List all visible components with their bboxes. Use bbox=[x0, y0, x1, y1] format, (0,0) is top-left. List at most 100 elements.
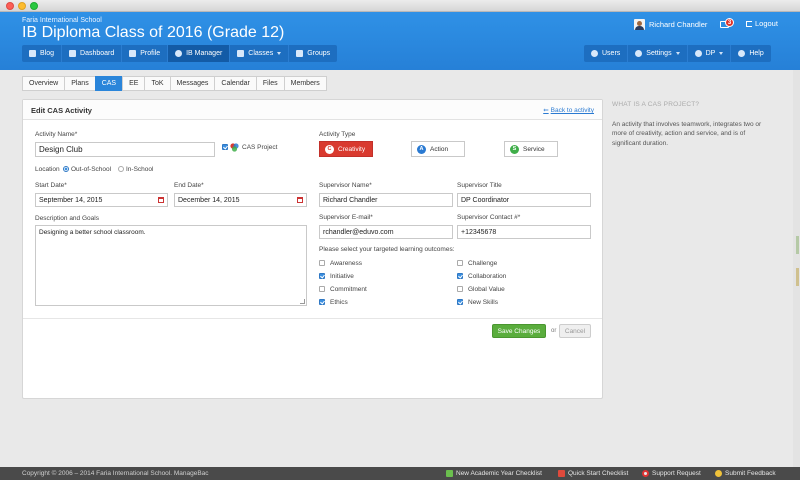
edit-cas-card: Edit CAS Activity ⇐ Back to activity Acti… bbox=[22, 99, 603, 399]
start-date-input[interactable]: September 14, 2015 bbox=[35, 193, 168, 207]
type-service-label: Service bbox=[523, 145, 545, 153]
copyright-text: Copyright © 2006 – 2014 Faria Internatio… bbox=[22, 470, 209, 477]
nav-groups[interactable]: Groups bbox=[289, 45, 337, 62]
window-close-button[interactable] bbox=[6, 2, 14, 10]
back-to-activity-link[interactable]: ⇐ Back to activity bbox=[543, 106, 594, 114]
activity-name-input[interactable]: Design Club bbox=[35, 142, 215, 157]
window-minimize-button[interactable] bbox=[18, 2, 26, 10]
type-creativity-label: Creativity bbox=[338, 145, 366, 153]
tab-overview[interactable]: Overview bbox=[22, 76, 66, 91]
page-title: Edit CAS Activity bbox=[31, 106, 92, 115]
class-title[interactable]: IB Diploma Class of 2016 (Grade 12) bbox=[22, 24, 284, 42]
new-year-checklist-link[interactable]: New Academic Year Checklist bbox=[446, 470, 542, 477]
end-date-input[interactable]: December 14, 2015 bbox=[174, 193, 307, 207]
chevron-down-icon bbox=[675, 52, 680, 55]
tab-plans[interactable]: Plans bbox=[64, 76, 96, 91]
nav-blog[interactable]: Blog bbox=[22, 45, 63, 62]
outcome-new-skills-label: New Skills bbox=[468, 299, 498, 306]
submit-feedback-link[interactable]: Submit Feedback bbox=[715, 470, 776, 477]
window-zoom-button[interactable] bbox=[30, 2, 38, 10]
nav-help[interactable]: Help bbox=[731, 45, 770, 62]
window-titlebar bbox=[0, 0, 800, 12]
messages-button[interactable]: 3 bbox=[720, 18, 734, 30]
logout-link[interactable]: Logout bbox=[746, 19, 778, 28]
outcome-ethics-label: Ethics bbox=[330, 299, 348, 306]
cancel-button[interactable]: Cancel bbox=[559, 324, 591, 338]
or-label: or bbox=[551, 328, 557, 334]
app-footer: Copyright © 2006 – 2014 Faria Internatio… bbox=[0, 467, 800, 480]
location-out-radio[interactable] bbox=[63, 166, 69, 172]
nav-blog-label: Blog bbox=[40, 50, 55, 57]
gear-icon bbox=[635, 50, 643, 57]
type-creativity-button[interactable]: C Creativity bbox=[319, 141, 373, 157]
location-in-label: In-School bbox=[126, 166, 154, 173]
scroll-marker bbox=[796, 236, 799, 254]
star-icon bbox=[715, 470, 722, 477]
nav-profile-label: Profile bbox=[140, 50, 161, 57]
supervisor-contact-input[interactable]: +12345678 bbox=[457, 225, 591, 239]
nav-dashboard[interactable]: Dashboard bbox=[62, 45, 123, 62]
tab-members[interactable]: Members bbox=[283, 76, 327, 91]
outcome-global-value-checkbox[interactable] bbox=[457, 286, 463, 292]
cas-project-help-title: WHAT IS A CAS PROJECT? bbox=[612, 101, 700, 108]
search-icon bbox=[694, 50, 702, 57]
chevron-down-icon bbox=[277, 52, 282, 55]
save-changes-button[interactable]: Save Changes bbox=[492, 324, 546, 338]
outcome-initiative-label: Initiative bbox=[330, 273, 354, 280]
school-name: Faria International School bbox=[22, 17, 102, 24]
back-link-label: Back to activity bbox=[550, 107, 594, 114]
outcomes-prompt: Please select your targeted learning out… bbox=[319, 246, 455, 253]
blog-icon bbox=[29, 50, 36, 57]
tab-cas[interactable]: CAS bbox=[94, 76, 124, 91]
lifebuoy-icon bbox=[738, 50, 746, 57]
location-in-radio[interactable] bbox=[118, 166, 124, 172]
lifebuoy-icon bbox=[642, 470, 649, 477]
activity-name-label: Activity Name* bbox=[35, 131, 78, 138]
start-date-label: Start Date* bbox=[35, 182, 67, 189]
tab-calendar[interactable]: Calendar bbox=[214, 76, 257, 91]
cas-project-icon bbox=[230, 143, 239, 152]
outcome-initiative-checkbox[interactable] bbox=[319, 273, 325, 279]
tab-ee[interactable]: EE bbox=[122, 76, 146, 91]
tab-files[interactable]: Files bbox=[255, 76, 285, 91]
description-textarea[interactable]: Designing a better school classroom. bbox=[35, 225, 307, 306]
user-menu[interactable]: Richard Chandler bbox=[634, 17, 707, 31]
supervisor-contact-label: Supervisor Contact #* bbox=[457, 214, 521, 221]
supervisor-title-input[interactable]: DP Coordinator bbox=[457, 193, 591, 207]
outcome-commitment-checkbox[interactable] bbox=[319, 286, 325, 292]
supervisor-name-input[interactable]: Richard Chandler bbox=[319, 193, 453, 207]
description-value: Designing a better school classroom. bbox=[39, 229, 146, 236]
outcome-collaboration-checkbox[interactable] bbox=[457, 273, 463, 279]
supervisor-email-input[interactable]: rchandler@eduvo.com bbox=[319, 225, 453, 239]
nav-users[interactable]: Users bbox=[584, 45, 629, 62]
tab-tok[interactable]: ToK bbox=[144, 76, 171, 91]
nav-ib-manager[interactable]: IB Manager bbox=[168, 45, 231, 62]
description-label: Description and Goals bbox=[35, 215, 99, 222]
outcome-challenge-checkbox[interactable] bbox=[457, 260, 463, 266]
nav-dp[interactable]: DP bbox=[688, 45, 732, 62]
outcome-ethics-checkbox[interactable] bbox=[319, 299, 325, 305]
nav-settings[interactable]: Settings bbox=[628, 45, 688, 62]
type-action-button[interactable]: A Action bbox=[411, 141, 465, 157]
nav-help-label: Help bbox=[749, 50, 764, 57]
arrow-left-icon: ⇐ bbox=[543, 107, 549, 114]
quick-start-link[interactable]: Quick Start Checklist bbox=[558, 470, 628, 477]
list-icon bbox=[237, 50, 245, 57]
resize-handle-icon[interactable] bbox=[300, 299, 305, 304]
outcome-awareness-checkbox[interactable] bbox=[319, 260, 325, 266]
logout-label: Logout bbox=[755, 19, 778, 28]
nav-dashboard-label: Dashboard bbox=[80, 50, 115, 57]
tab-messages[interactable]: Messages bbox=[169, 76, 216, 91]
outcome-new-skills-checkbox[interactable] bbox=[457, 299, 463, 305]
type-service-button[interactable]: S Service bbox=[504, 141, 558, 157]
nav-groups-label: Groups bbox=[307, 50, 331, 57]
ib-tabs: Overview Plans CAS EE ToK Messages Calen… bbox=[22, 76, 327, 91]
nav-profile[interactable]: Profile bbox=[122, 45, 169, 62]
cas-project-checkbox[interactable] bbox=[222, 144, 228, 150]
main-nav: Blog Dashboard Profile IB Manager Classe… bbox=[22, 45, 338, 62]
nav-classes[interactable]: Classes bbox=[230, 45, 290, 62]
support-request-link[interactable]: Support Request bbox=[642, 470, 701, 477]
user-name[interactable]: Richard Chandler bbox=[649, 20, 707, 29]
outcome-commitment-label: Commitment bbox=[330, 286, 367, 293]
quick-start-label: Quick Start Checklist bbox=[568, 470, 629, 477]
